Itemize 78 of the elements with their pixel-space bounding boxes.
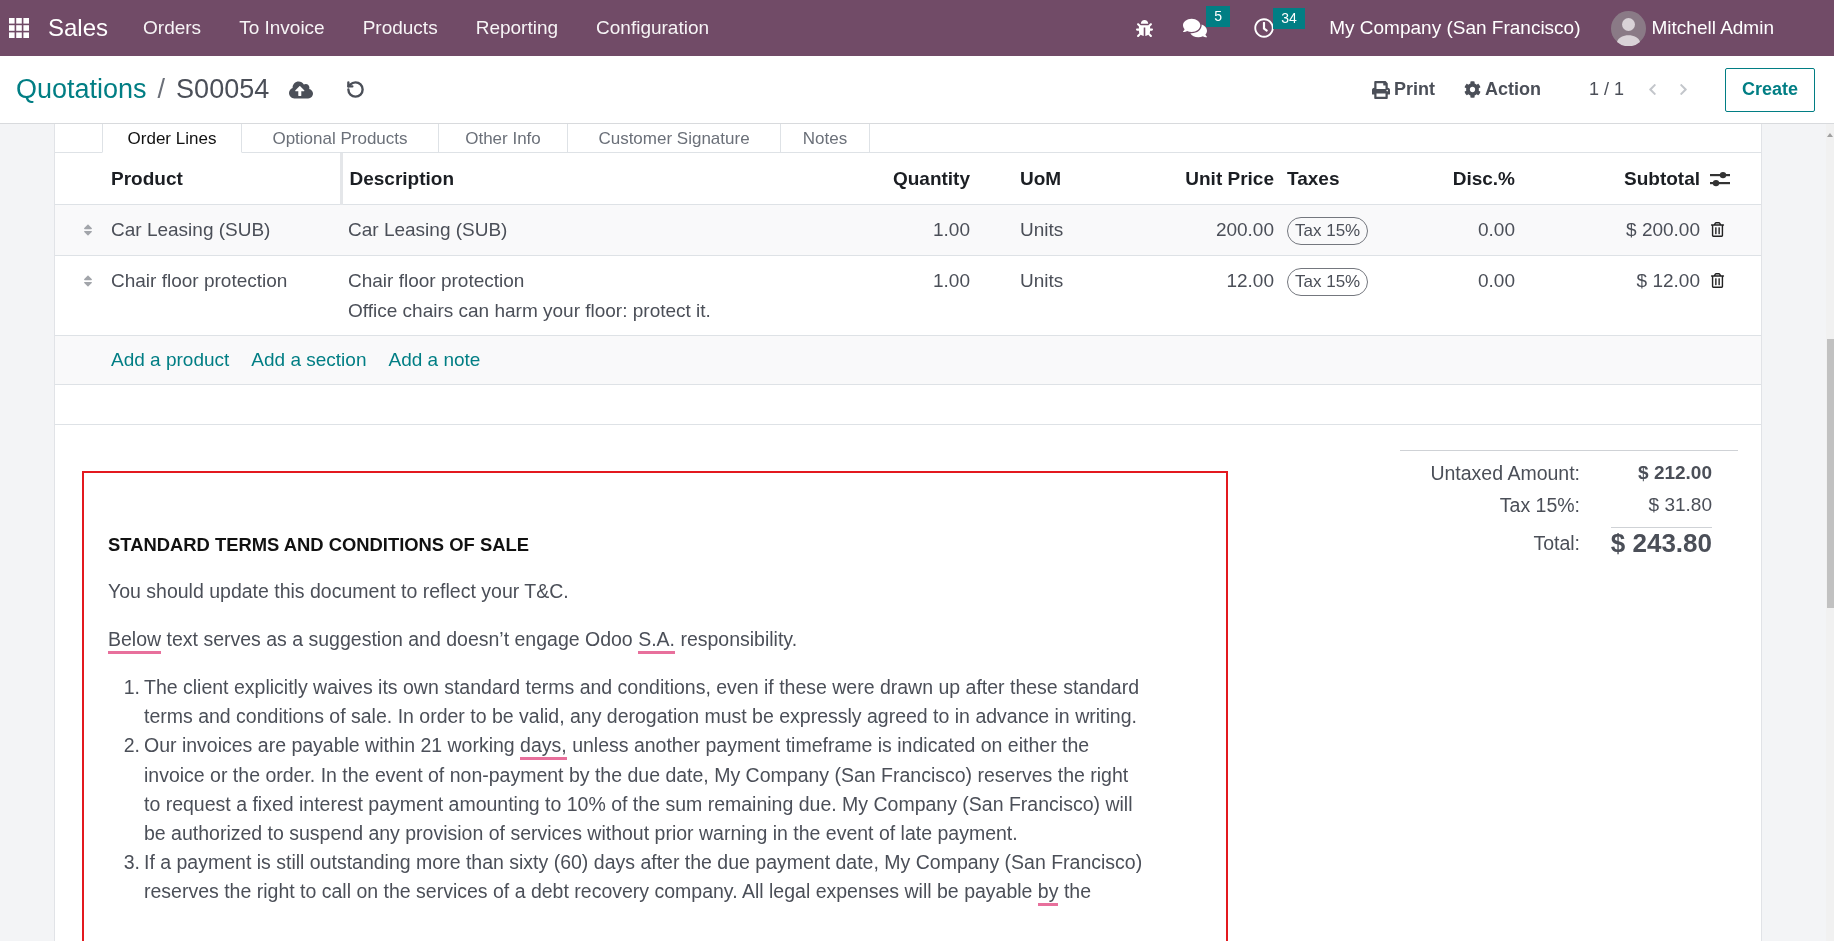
- add-line-link[interactable]: Add a note: [388, 345, 481, 375]
- product-description: Car Leasing (SUB): [348, 219, 508, 240]
- chat-icon[interactable]: [1183, 16, 1208, 40]
- quantity-value: 1.00: [933, 219, 970, 240]
- drag-handle-icon[interactable]: [81, 274, 95, 288]
- total-label: Total:: [1533, 531, 1580, 556]
- product-description: Chair floor protection Office chairs can harm your floor: protect it.: [348, 270, 711, 321]
- printer-icon: [1371, 80, 1390, 99]
- create-button[interactable]: Create: [1725, 67, 1815, 112]
- menu-item[interactable]: Reporting: [456, 0, 578, 56]
- apps-menu-icon[interactable]: [9, 18, 29, 38]
- user-avatar-icon[interactable]: [1610, 10, 1646, 46]
- unit-price-value: 12.00: [1226, 270, 1274, 291]
- notebook-tab[interactable]: Order Lines: [102, 124, 242, 153]
- menu-item[interactable]: To Invoice: [220, 0, 344, 56]
- column-header[interactable]: UoM: [1020, 168, 1062, 189]
- menu-item[interactable]: Configuration: [577, 0, 729, 56]
- total-label: Tax 15%:: [1499, 493, 1580, 518]
- trash-icon[interactable]: [1710, 222, 1725, 237]
- subtotal-value: $ 12.00: [1636, 270, 1700, 291]
- column-header[interactable]: Product: [111, 168, 183, 189]
- column-header[interactable]: Subtotal: [1624, 168, 1700, 189]
- product-name: Car Leasing (SUB): [111, 219, 271, 240]
- breadcrumb-link[interactable]: Quotations: [16, 74, 147, 105]
- column-header[interactable]: Quantity: [892, 168, 970, 189]
- gear-icon: [1463, 81, 1481, 98]
- chevron-right-icon: [1677, 83, 1690, 96]
- total-label: Untaxed Amount:: [1430, 461, 1580, 486]
- terms-paragraph: Below text serves as a suggestion and doesn’t engage Odoo S.A. responsibility.: [108, 625, 1196, 654]
- product-name: Chair floor protection: [111, 270, 288, 291]
- undo-icon[interactable]: [346, 80, 366, 99]
- list-number: 1.: [122, 675, 140, 700]
- action-button[interactable]: Action: [1463, 79, 1541, 100]
- total-value: $ 243.80: [1610, 527, 1712, 558]
- subtotal-value: $ 200.00: [1626, 219, 1700, 240]
- order-line-row[interactable]: Chair floor protection Chair floor protection Office chairs can harm your floor: protect it. 1.00 Units 12.00 Tax 15% 0.00 $ 12.00: [55, 255, 1761, 336]
- activity-count-badge: 34: [1273, 8, 1305, 29]
- chevron-left-icon: [1646, 83, 1659, 96]
- user-menu[interactable]: Mitchell Admin: [1651, 17, 1774, 39]
- scrollbar[interactable]: [1826, 124, 1834, 941]
- add-line-link[interactable]: Add a product: [111, 345, 230, 375]
- list-number: 3.: [122, 850, 140, 876]
- menu-item[interactable]: Orders: [124, 0, 221, 56]
- terms-clause: If a payment is still outstanding more than sixty (60) days after the due payment date, My Company (San Francisco) reserves the right to call on the services of a debt recovery company. All legal expenses will be payable by the: [144, 848, 1144, 907]
- terms-heading: STANDARD TERMS AND CONDITIONS OF SALE: [108, 533, 530, 557]
- message-count-badge: 5: [1206, 6, 1230, 27]
- column-header[interactable]: Disc.%: [1452, 168, 1515, 189]
- print-button[interactable]: Print: [1371, 79, 1435, 100]
- column-header[interactable]: Unit Price: [1185, 168, 1274, 189]
- total-value: $ 212.00: [1638, 461, 1712, 485]
- total-value: $ 31.80: [1648, 493, 1712, 517]
- column-header[interactable]: Taxes: [1287, 168, 1340, 189]
- quantity-value: 1.00: [933, 270, 970, 291]
- unit-of-measure: Units: [1020, 219, 1064, 240]
- column-header[interactable]: Description: [349, 168, 455, 189]
- terms-clause: Our invoices are payable within 21 working days, unless another payment timeframe is indicated on either the invoice or the order. In the event of non-payment by the due date, My Company (San Francisco) reserves the right to request a fixed interest payment amounting to 10% of the sum remaining due. My Company (San Francisco) will be authorized to suspend any provision of services without prior warning in the event of late payment.: [144, 733, 1134, 846]
- clock-icon[interactable]: [1254, 18, 1275, 38]
- add-line-link[interactable]: Add a section: [251, 345, 367, 375]
- list-number: 2.: [122, 733, 140, 759]
- breadcrumb-separator: /: [157, 74, 166, 105]
- discount-value: 0.00: [1478, 270, 1515, 291]
- company-switcher[interactable]: My Company (San Francisco): [1329, 17, 1581, 39]
- record-name: S00054: [176, 74, 270, 105]
- order-line-row[interactable]: Car Leasing (SUB) Car Leasing (SUB) 1.00 Units 200.00 Tax 15% 0.00 $ 200.00: [55, 204, 1761, 256]
- trash-icon[interactable]: [1710, 273, 1725, 288]
- unit-price-value: 200.00: [1215, 219, 1274, 240]
- app-name[interactable]: Sales: [48, 14, 109, 42]
- drag-handle-icon[interactable]: [81, 223, 95, 237]
- settings-icon[interactable]: [1710, 170, 1730, 188]
- pager-value[interactable]: 1 / 1: [1588, 79, 1624, 100]
- bug-icon[interactable]: [1136, 19, 1154, 37]
- discount-value: 0.00: [1478, 219, 1515, 240]
- terms-and-conditions-field[interactable]: [82, 471, 1228, 941]
- terms-clause: The client explicitly waives its own standard terms and conditions, even if these were drawn up after these standard terms and conditions of sale. In order to be valid, any derogation must be expressly agreed to in advance in writing.: [144, 675, 1140, 730]
- unit-of-measure: Units: [1020, 270, 1064, 291]
- terms-paragraph: You should update this document to reflect your T&C.: [108, 579, 570, 604]
- scrollbar-thumb[interactable]: [1826, 339, 1834, 608]
- menu-item[interactable]: Products: [343, 0, 457, 56]
